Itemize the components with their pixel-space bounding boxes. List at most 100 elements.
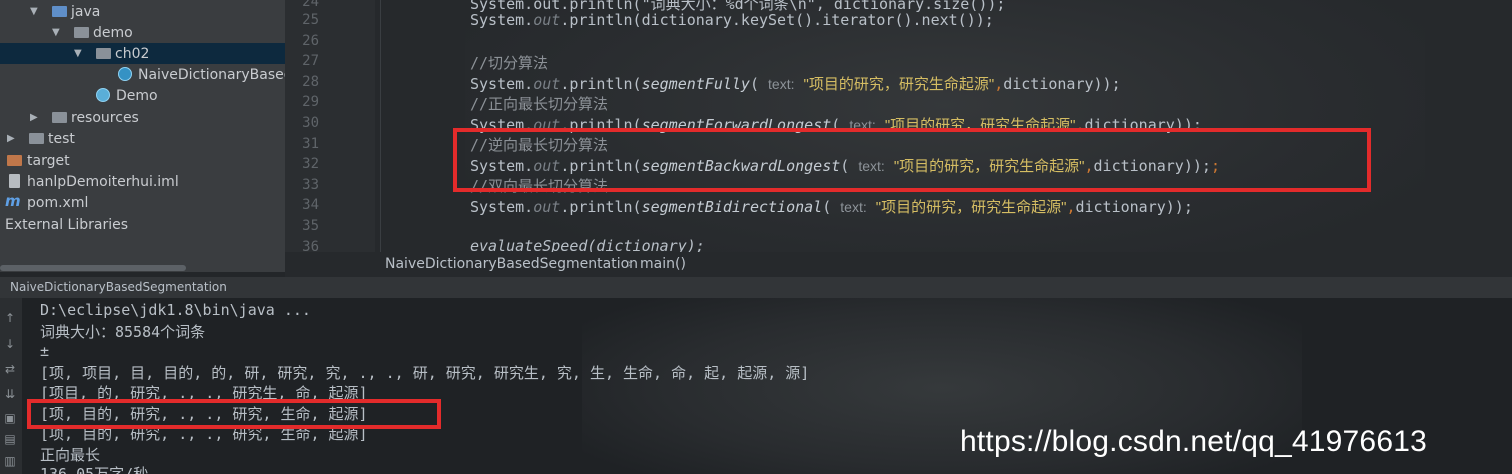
line-number: 29 xyxy=(302,94,319,110)
tree-item-resources[interactable]: ▶ resources xyxy=(0,107,285,128)
highlight-box xyxy=(453,128,1371,192)
resources-folder-icon xyxy=(52,112,67,123)
project-tree-panel: ▼ java ▼ demo ▼ ch02 NaiveDictionaryBase… xyxy=(0,0,285,272)
code-token: .println(dictionary.keySet().iterator().… xyxy=(560,11,994,29)
line-number: 24 xyxy=(302,0,319,10)
method-name: segmentFully xyxy=(641,75,750,93)
code-token: System. xyxy=(470,198,534,216)
tree-item-label: test xyxy=(48,130,75,147)
console-line: 词典大小：85584个词条 xyxy=(40,323,206,341)
tree-item-target[interactable]: ▶ target xyxy=(0,150,285,171)
line-number: 27 xyxy=(302,53,319,69)
code-line-36: evaluateSpeed(dictionary); xyxy=(470,237,705,252)
code-token: out xyxy=(533,11,561,29)
run-tab[interactable]: NaiveDictionaryBasedSegmentation xyxy=(0,277,1512,298)
tree-item-iml[interactable]: hanlpDemoiterhui.iml xyxy=(0,171,285,192)
source-folder-icon xyxy=(52,6,67,17)
arrow-down-icon[interactable]: ↓ xyxy=(2,336,18,352)
param-hint: text: xyxy=(768,76,795,92)
code-comment: //切分算法 xyxy=(470,54,549,72)
tree-item-label: target xyxy=(27,152,70,169)
tree-item-label: pom.xml xyxy=(27,194,89,211)
code-token: dictionary)); xyxy=(1003,75,1121,93)
tree-item-label: Demo xyxy=(116,87,158,104)
console-line: [项, 项目, 目, 目的, 的, 研, 研究, 究, ., ., 研, 研究,… xyxy=(40,364,810,382)
java-class-icon xyxy=(118,67,132,81)
code-token: out xyxy=(533,198,561,216)
console-line: 正向最长 xyxy=(40,446,101,464)
breadcrumb-class[interactable]: NaiveDictionaryBasedSegmentation xyxy=(385,256,638,272)
line-number: 30 xyxy=(302,115,319,131)
breadcrumb-method[interactable]: main() xyxy=(640,256,686,272)
chevron-down-icon[interactable]: ▼ xyxy=(74,48,82,59)
line-number: 26 xyxy=(302,33,319,49)
line-number: 34 xyxy=(302,197,319,213)
arrow-up-icon[interactable]: ↑ xyxy=(2,310,18,326)
tree-item-demo-class[interactable]: Demo xyxy=(0,85,285,106)
folder-icon xyxy=(29,133,44,144)
package-folder-icon xyxy=(74,27,89,38)
tree-item-ch02[interactable]: ▼ ch02 xyxy=(0,43,285,64)
chevron-right-icon[interactable]: ▶ xyxy=(30,112,38,123)
string-literal: "项目的研究，研究生命起源" xyxy=(803,76,995,93)
scroll-to-end-icon[interactable]: ⇊ xyxy=(2,386,18,402)
file-icon xyxy=(9,174,20,188)
tree-item-external-libraries[interactable]: External Libraries xyxy=(0,214,285,235)
breadcrumb-separator: › xyxy=(627,256,633,272)
tree-item-pom[interactable]: m pom.xml xyxy=(0,192,285,213)
tree-item-demo[interactable]: ▼ demo xyxy=(0,22,285,43)
line-number: 35 xyxy=(302,218,319,234)
console-line: 136.05万字/秒 xyxy=(40,465,149,474)
tree-item-naive-dictionary[interactable]: NaiveDictionaryBasedS xyxy=(0,64,285,85)
tree-item-test[interactable]: ▶ test xyxy=(0,128,285,149)
code-token: , xyxy=(994,75,1004,93)
line-number: 32 xyxy=(302,156,319,172)
tree-item-label: hanlpDemoiterhui.iml xyxy=(27,173,179,190)
folder-icon xyxy=(7,155,22,166)
gutter-divider xyxy=(380,0,381,252)
chevron-down-icon[interactable]: ▼ xyxy=(52,27,60,38)
code-token: .println( xyxy=(560,198,642,216)
tree-item-label: External Libraries xyxy=(5,216,128,233)
watermark: https://blog.csdn.net/qq_41976613 xyxy=(960,425,1427,458)
java-class-icon xyxy=(96,88,110,102)
string-literal: "项目的研究，研究生命起源" xyxy=(875,199,1067,216)
tree-item-label: NaiveDictionaryBasedS xyxy=(138,66,285,83)
tree-item-label: resources xyxy=(71,109,139,126)
tree-item-label: java xyxy=(71,3,101,20)
code-editor[interactable]: 24 25 26 27 28 29 30 31 32 33 34 35 36 S… xyxy=(285,0,1512,252)
trash-icon[interactable]: ▥ xyxy=(2,453,18,469)
chevron-right-icon[interactable]: ▶ xyxy=(7,133,15,144)
code-line-28: System.out.println(segmentFully( text: "… xyxy=(470,75,1121,93)
code-token: System. xyxy=(470,75,534,93)
tree-item-java[interactable]: ▼ java xyxy=(0,1,285,22)
line-number: 28 xyxy=(302,74,319,90)
console-line: D:\eclipse\jdk1.8\bin\java ... xyxy=(40,301,311,319)
line-number: 25 xyxy=(302,12,319,28)
soft-wrap-icon[interactable]: ⇄ xyxy=(2,361,18,377)
console-line: ± xyxy=(40,342,50,360)
maven-icon: m xyxy=(5,192,21,210)
tree-item-label: demo xyxy=(93,24,133,41)
code-line-34: System.out.println(segmentBidirectional(… xyxy=(470,198,1193,216)
run-tab-title: NaiveDictionaryBasedSegmentation xyxy=(10,280,227,294)
param-hint: text: xyxy=(840,199,867,215)
code-token: .println( xyxy=(560,75,642,93)
code-token: System. xyxy=(470,11,534,29)
method-name: segmentBidirectional xyxy=(641,198,823,216)
run-toolbar: ↑ ↓ ⇄ ⇊ ▣ ▤ ▥ xyxy=(0,298,22,474)
line-number: 31 xyxy=(302,136,319,152)
line-number: 33 xyxy=(302,177,319,193)
horizontal-scrollbar[interactable] xyxy=(0,265,186,271)
tree-item-label: ch02 xyxy=(115,45,150,62)
package-folder-icon xyxy=(96,48,111,59)
code-token: out xyxy=(533,75,561,93)
print-icon[interactable]: ▣ xyxy=(2,410,18,426)
highlight-box xyxy=(27,399,441,429)
line-number: 36 xyxy=(302,239,319,252)
chevron-down-icon[interactable]: ▼ xyxy=(30,6,38,17)
code-line-25: System.out.println(dictionary.keySet().i… xyxy=(470,11,994,29)
settings-icon[interactable]: ▤ xyxy=(2,431,18,447)
code-comment: //正向最长切分算法 xyxy=(470,95,609,113)
breadcrumb: NaiveDictionaryBasedSegmentation › main(… xyxy=(285,252,1512,277)
